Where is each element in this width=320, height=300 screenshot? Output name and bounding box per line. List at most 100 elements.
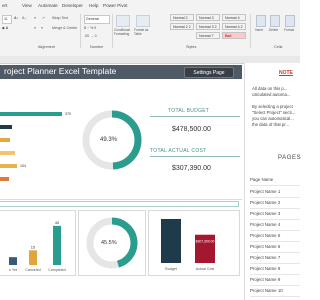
divider	[80, 14, 81, 48]
cell-style-normal-3-2[interactable]: Normal 3 2	[196, 23, 220, 30]
cell-style-bad[interactable]: Bad	[222, 32, 246, 39]
page-list-item[interactable]: Project Name 5	[250, 231, 300, 242]
ribbon: ert View Automate Developer Help Power P…	[0, 0, 300, 57]
tab-help[interactable]: Help	[89, 3, 98, 8]
status-bar	[9, 257, 17, 265]
wrap-text-button[interactable]: Wrap Text	[52, 16, 68, 20]
budget-vs-actual-chart: Budget $307,390.00 Actual Cost	[161, 218, 215, 271]
format-icon[interactable]	[285, 15, 295, 27]
priority-bar	[0, 125, 12, 129]
priority-bar	[0, 151, 15, 155]
delete-icon[interactable]	[270, 15, 280, 27]
kpi-divider	[150, 156, 240, 157]
priority-bar	[0, 164, 17, 168]
tab-power-pivot[interactable]: Power Pivot	[103, 3, 128, 8]
priority-bar-value: 370	[65, 111, 71, 116]
font-size-value: 11	[4, 17, 8, 21]
align-left-icon[interactable]: ≡	[34, 26, 36, 30]
status-chart-card: n Yet 15 Canceled 40 Completed	[0, 210, 76, 276]
status-bar	[53, 225, 61, 265]
page-list-item[interactable]: Project Name 4	[250, 220, 300, 231]
currency-icon[interactable]: $ ~ % 9	[84, 26, 96, 30]
status-category-label: n Yet	[9, 268, 17, 272]
progress-percent-label: 45.5%	[101, 240, 117, 246]
settings-page-button[interactable]: Settings Page	[184, 67, 234, 78]
divider	[250, 14, 251, 48]
budget-category-label: Budget	[165, 267, 176, 271]
increase-font-icon[interactable]: A↑	[14, 16, 18, 20]
priority-bar	[0, 177, 9, 181]
dashboard-title: roject Planner Excel Template	[4, 66, 117, 76]
insert-icon[interactable]	[256, 15, 266, 27]
number-group-label: Number	[90, 45, 104, 49]
total-budget-label: TOTAL BUDGET	[168, 108, 210, 114]
conditional-formatting-icon[interactable]	[116, 15, 130, 27]
page-list-item[interactable]: Project Name 3	[250, 209, 300, 220]
priority-bar-value: 104	[20, 163, 26, 168]
page-list-item[interactable]: Project Name 6	[250, 242, 300, 253]
merge-center-button[interactable]: Merge & Center	[52, 26, 77, 30]
cell-style-normal-2[interactable]: Normal 2	[170, 14, 194, 21]
budget-category-label: Actual Cost	[196, 267, 214, 271]
priority-bar	[0, 138, 10, 142]
align-center-icon[interactable]: ≡	[41, 26, 43, 30]
page-list-item[interactable]: Project Name 8	[250, 264, 300, 275]
cell-style-normal-7[interactable]: Normal 7	[196, 32, 220, 39]
budget-bar	[161, 218, 181, 263]
fill-color-icon[interactable]: ◆ A	[2, 26, 8, 30]
note-line: By selecting a project	[252, 104, 293, 109]
tab-developer[interactable]: Developer	[62, 3, 83, 8]
status-bar-value: 40	[55, 220, 60, 225]
decimal-icon[interactable]: .00 →.0	[84, 34, 97, 38]
note-line: the data of that pr...	[252, 122, 290, 127]
cell-style-normal-3[interactable]: Normal 3	[196, 14, 220, 21]
section-divider	[0, 199, 242, 200]
cell-style-normal-4[interactable]: Normal 4	[222, 14, 246, 21]
note-heading: NOTE	[279, 70, 293, 76]
font-size-box[interactable]: 11	[2, 15, 12, 24]
kpi-divider	[150, 116, 240, 117]
donut-percent-label: 49.3%	[100, 137, 118, 143]
cells-group-label: Cells	[274, 45, 283, 49]
page-list-item[interactable]: Project Name 7	[250, 253, 300, 264]
page-name-header: Page Name	[250, 175, 300, 186]
divider	[112, 14, 113, 48]
priority-bar	[0, 112, 62, 116]
format-as-table-button[interactable]: Format as Table	[134, 28, 152, 36]
page-list-item[interactable]: Project Name 2	[250, 198, 300, 209]
cell-style-normal-4-2[interactable]: Normal 4 2	[222, 23, 246, 30]
number-format-dropdown[interactable]: General	[84, 15, 110, 24]
total-budget-value: $478,500.00	[172, 126, 211, 133]
budget-bar-value: $307,390.00	[196, 240, 215, 244]
status-category-label: Completed	[48, 268, 65, 272]
insert-button[interactable]: Insert	[255, 28, 263, 32]
orientation-icon[interactable]: ↗	[42, 16, 45, 20]
format-button[interactable]: Format	[284, 28, 294, 32]
page-list-item[interactable]: Project Name 9	[250, 275, 300, 286]
budget-donut-card: 49.3%	[80, 102, 144, 180]
tab-view[interactable]: View	[22, 3, 32, 8]
total-actual-cost-label: TOTAL ACTUAL COST	[150, 148, 207, 154]
page-list-item[interactable]: Project Name 10	[250, 286, 300, 297]
delete-button[interactable]: Delete	[269, 28, 278, 32]
priority-card: 370 104	[0, 83, 76, 191]
progress-donut-card: 45.5%	[78, 210, 146, 276]
decrease-font-icon[interactable]: A↓	[22, 16, 26, 20]
conditional-formatting-button[interactable]: Conditional Formatting	[114, 28, 132, 36]
styles-group-label: Styles	[186, 45, 197, 49]
tab-automate[interactable]: Automate	[38, 3, 58, 8]
note-line: "Select Project" secti...	[252, 110, 296, 115]
align-top-icon[interactable]: ≡	[34, 16, 36, 20]
page-list-item[interactable]: Project Name 1	[250, 187, 300, 198]
budget-chart-card: Budget $307,390.00 Actual Cost	[148, 210, 240, 276]
total-actual-cost-value: $307,390.00	[172, 165, 211, 172]
alignment-group-label: Alignment	[38, 45, 55, 49]
status-category-label: Canceled	[25, 268, 40, 272]
filter-bar	[0, 201, 239, 207]
cell-style-normal-2-2[interactable]: Normal 2 2	[170, 23, 194, 30]
status-chart: n Yet 15 Canceled 40 Completed	[9, 220, 66, 272]
tab-insert[interactable]: ert	[2, 3, 7, 8]
note-line: calculated automa...	[252, 92, 291, 97]
status-bar	[29, 250, 37, 265]
format-as-table-icon[interactable]	[136, 15, 150, 27]
